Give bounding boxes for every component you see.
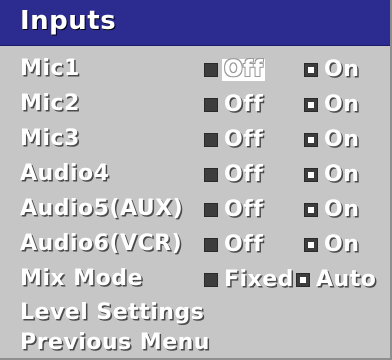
- audio5-on-option[interactable]: On: [304, 198, 359, 222]
- mic1-off-option[interactable]: Off: [204, 57, 266, 82]
- mic3-off-label: Off: [224, 127, 264, 152]
- mic1-label: Mic1: [20, 56, 80, 81]
- audio5-aux-label: Audio5(AUX): [20, 196, 184, 221]
- unselected-box-icon: [204, 203, 218, 217]
- mic3-label: Mic3: [20, 126, 80, 151]
- mic2-on-option[interactable]: On: [304, 93, 359, 117]
- audio4-on-option[interactable]: On: [304, 163, 359, 187]
- unselected-box-icon: [204, 133, 218, 147]
- row-audio6-vcr[interactable]: Audio6(VCR) Off On: [0, 227, 390, 261]
- mic1-on-option[interactable]: On: [304, 58, 359, 82]
- audio4-label: Audio4: [20, 161, 110, 186]
- mic3-on-option[interactable]: On: [304, 128, 359, 152]
- mic3-on-label: On: [324, 127, 360, 152]
- unselected-box-icon: [204, 63, 218, 77]
- row-mic3[interactable]: Mic3 Off On: [0, 122, 390, 156]
- audio5-on-label: On: [324, 197, 360, 222]
- row-audio4[interactable]: Audio4 Off On: [0, 157, 390, 191]
- menu-title-bar: Inputs: [0, 0, 390, 46]
- selected-box-icon: [304, 133, 318, 147]
- menu-title: Inputs: [20, 6, 117, 36]
- level-settings-label: Level Settings: [20, 300, 205, 325]
- audio5-off-label: Off: [224, 197, 264, 222]
- mic1-on-label: On: [324, 57, 360, 82]
- audio6-on-option[interactable]: On: [304, 233, 359, 257]
- mix-mode-fixed-option[interactable]: Fixed: [204, 268, 294, 292]
- selected-box-icon: [304, 238, 318, 252]
- row-mic1[interactable]: Mic1 Off On: [0, 52, 390, 86]
- mic2-on-label: On: [324, 92, 360, 117]
- selected-box-icon: [304, 98, 318, 112]
- inputs-menu: Inputs Mic1 Off On Mic2 Off On Mic3 Off: [0, 0, 392, 360]
- audio4-off-option[interactable]: Off: [204, 163, 263, 187]
- unselected-box-icon: [204, 168, 218, 182]
- audio6-off-option[interactable]: Off: [204, 233, 263, 257]
- mic2-off-option[interactable]: Off: [204, 93, 263, 117]
- audio6-vcr-label: Audio6(VCR): [20, 231, 183, 256]
- row-audio5-aux[interactable]: Audio5(AUX) Off On: [0, 192, 390, 226]
- audio6-off-label: Off: [224, 232, 264, 257]
- selected-box-icon: [304, 168, 318, 182]
- audio4-on-label: On: [324, 162, 360, 187]
- row-mic2[interactable]: Mic2 Off On: [0, 87, 390, 121]
- level-settings-item[interactable]: Level Settings: [0, 296, 390, 330]
- mix-mode-auto-option[interactable]: Auto: [296, 268, 376, 292]
- row-mix-mode[interactable]: Mix Mode Fixed Auto: [0, 262, 390, 296]
- previous-menu-item[interactable]: Previous Menu: [0, 326, 390, 360]
- mic3-off-option[interactable]: Off: [204, 128, 263, 152]
- unselected-box-icon: [204, 98, 218, 112]
- selected-box-icon: [304, 63, 318, 77]
- audio6-on-label: On: [324, 232, 360, 257]
- unselected-box-icon: [204, 273, 218, 287]
- selected-box-icon: [304, 203, 318, 217]
- mic2-label: Mic2: [20, 91, 80, 116]
- audio5-off-option[interactable]: Off: [204, 198, 263, 222]
- unselected-box-icon: [204, 238, 218, 252]
- previous-menu-label: Previous Menu: [20, 330, 210, 355]
- selected-box-icon: [296, 273, 310, 287]
- mix-mode-auto-label: Auto: [316, 267, 377, 292]
- mic1-off-label-highlighted: Off: [222, 57, 266, 82]
- audio4-off-label: Off: [224, 162, 264, 187]
- mix-mode-fixed-label: Fixed: [224, 267, 294, 292]
- mix-mode-label: Mix Mode: [20, 266, 143, 291]
- mic2-off-label: Off: [224, 92, 264, 117]
